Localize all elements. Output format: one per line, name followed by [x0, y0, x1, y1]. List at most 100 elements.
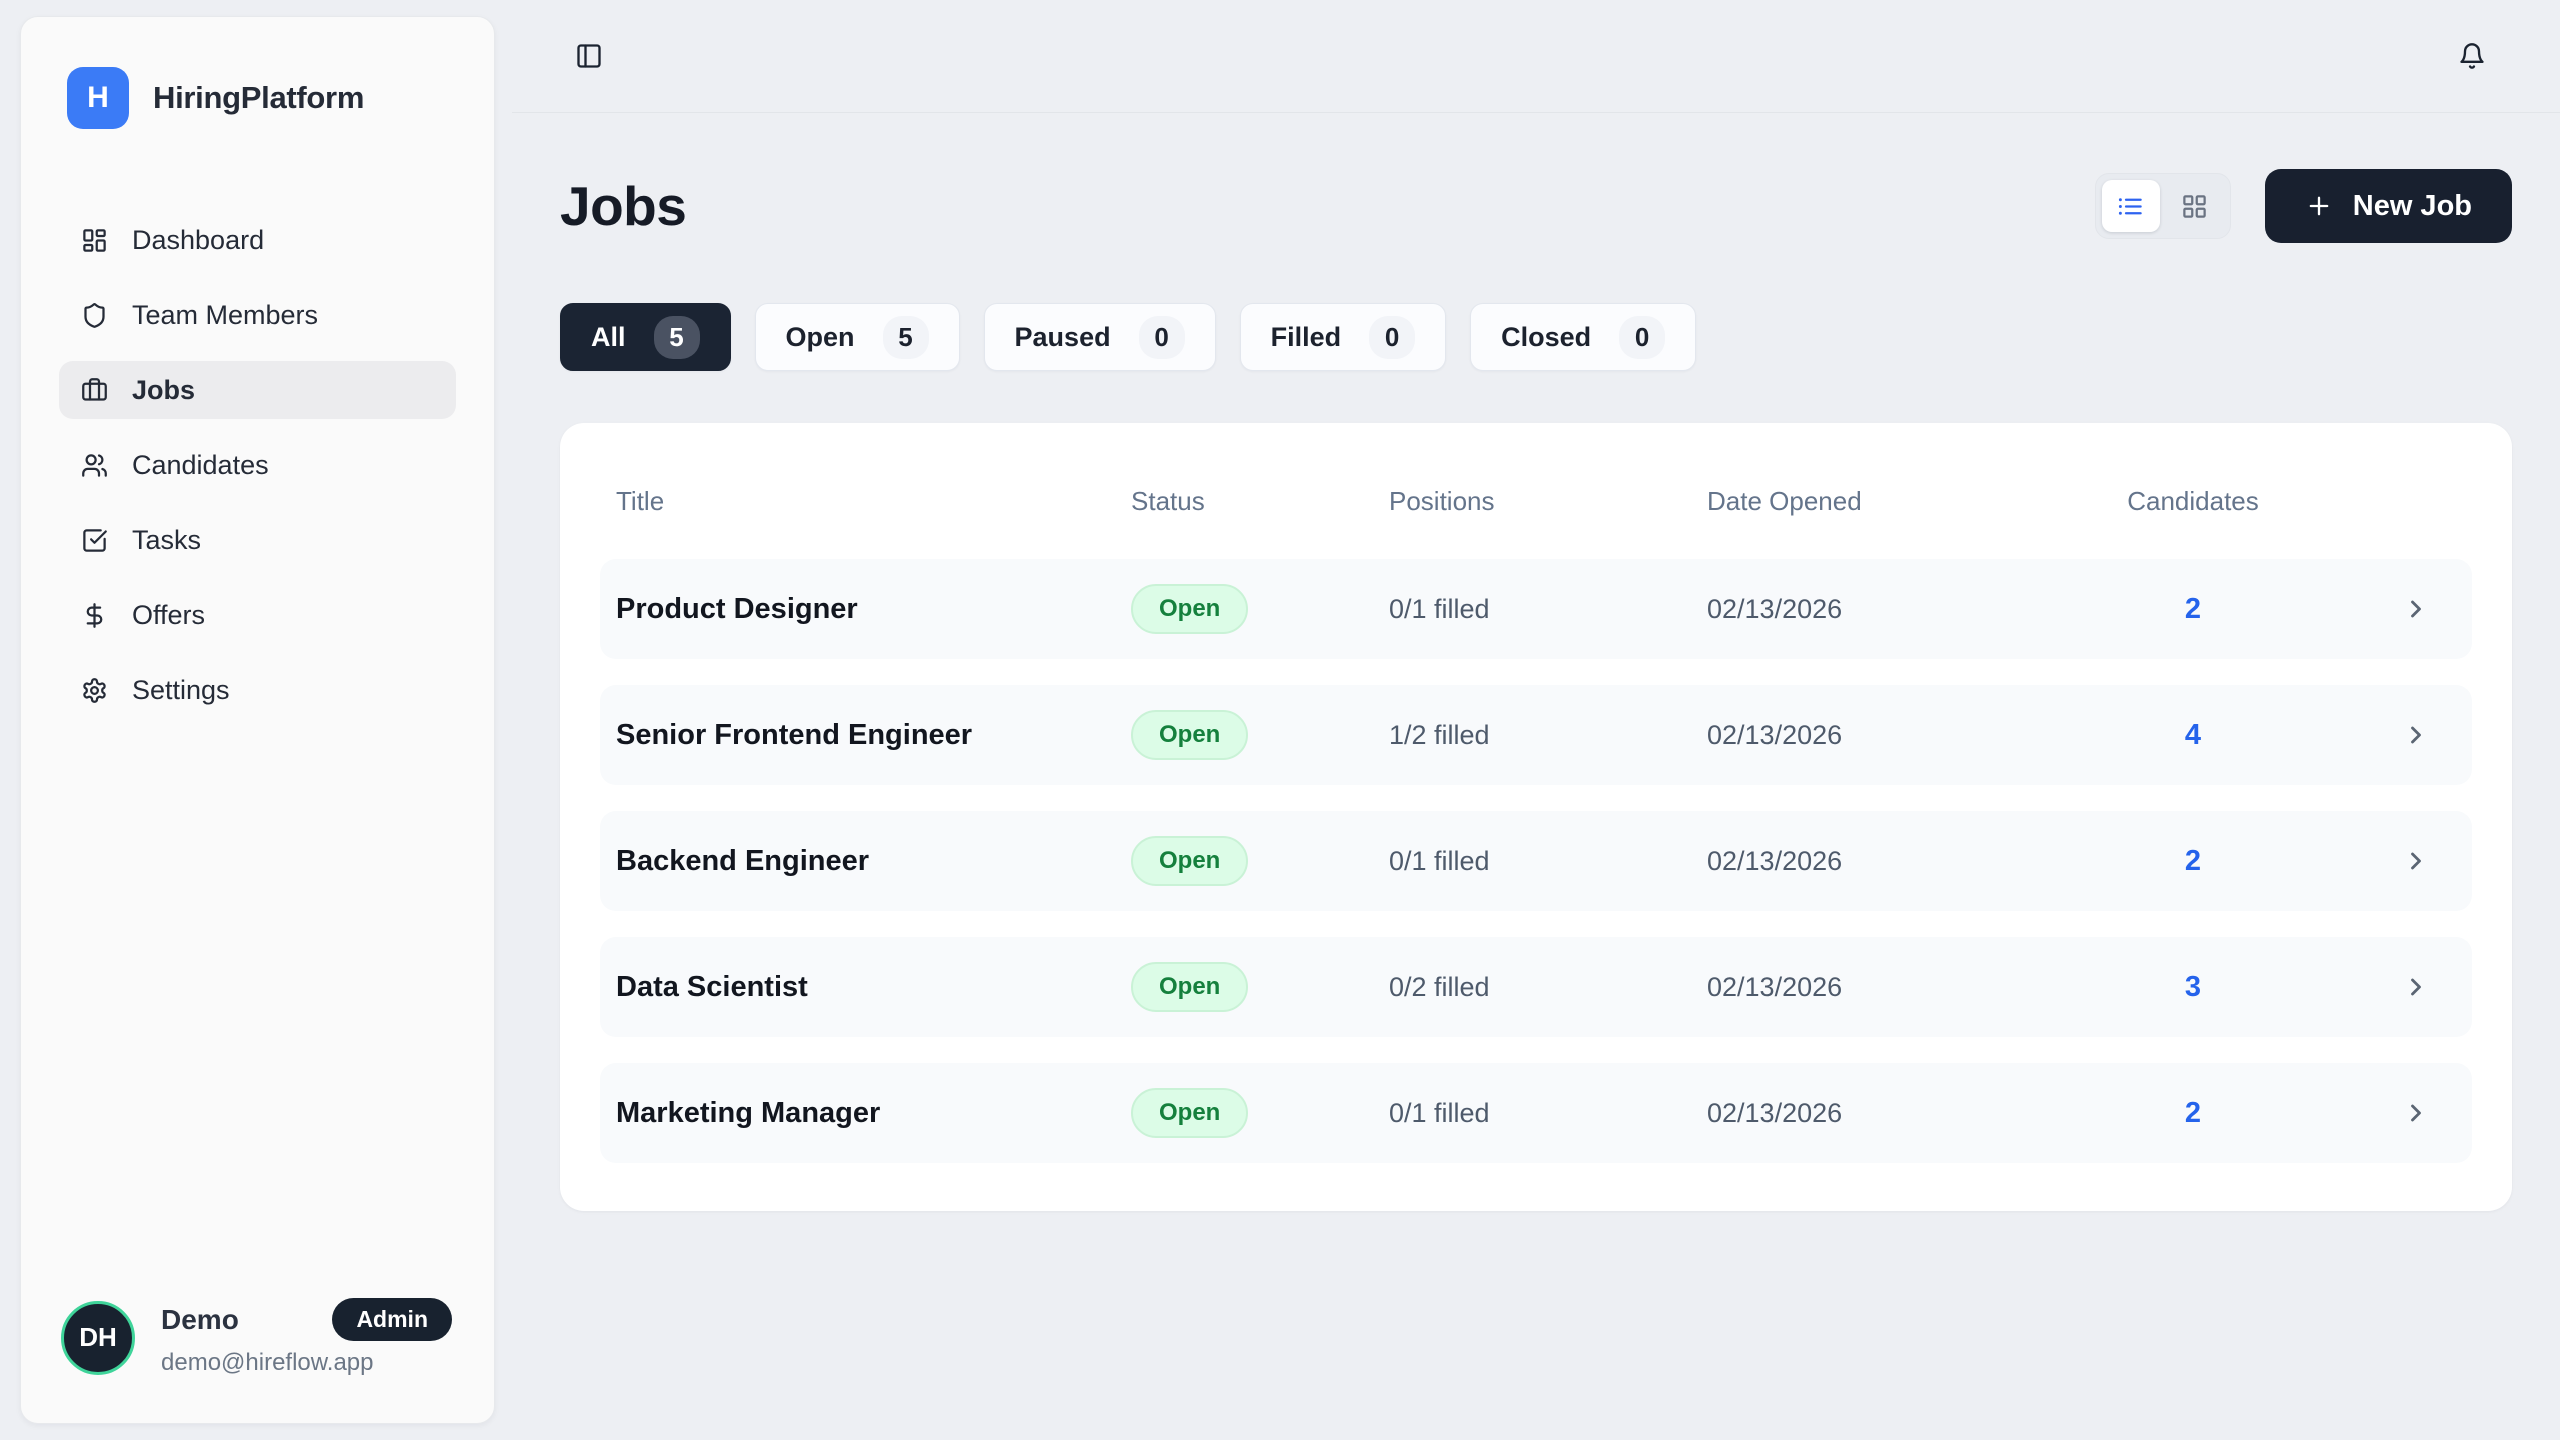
- sidebar-nav-item[interactable]: Dashboard: [59, 211, 456, 269]
- user-avatar: DH: [61, 1301, 135, 1375]
- filter-tab-count: 0: [1369, 316, 1415, 359]
- sidebar-nav-item[interactable]: Jobs: [59, 361, 456, 419]
- brand: H HiringPlatform: [21, 17, 494, 129]
- sidebar: H HiringPlatform Dashboard Team Members …: [20, 16, 495, 1424]
- tasks-icon: [81, 527, 108, 554]
- table-row[interactable]: Senior Frontend Engineer Open 1/2 filled…: [600, 685, 2472, 785]
- chevron-right-icon: [2402, 1099, 2430, 1127]
- table-row[interactable]: Marketing Manager Open 0/1 filled 02/13/…: [600, 1063, 2472, 1163]
- filter-tab[interactable]: Open 5: [755, 303, 960, 371]
- dashboard-icon: [81, 227, 108, 254]
- filter-tab-label: Filled: [1271, 322, 1342, 353]
- filter-tab-count: 5: [654, 316, 700, 359]
- job-title: Data Scientist: [616, 971, 1131, 1004]
- positions-cell: 0/1 filled: [1389, 594, 1707, 625]
- page-content: Jobs New Job All: [512, 113, 2560, 1211]
- settings-icon: [81, 677, 108, 704]
- sidebar-nav-label: Settings: [132, 675, 230, 706]
- row-chevron[interactable]: [2402, 847, 2456, 875]
- job-title: Product Designer: [616, 593, 1131, 626]
- table-header-row: Title Status Positions Date Opened Candi…: [600, 473, 2472, 529]
- shield-icon: [81, 302, 108, 329]
- date-opened-cell: 02/13/2026: [1707, 972, 2103, 1003]
- filter-tab-count: 5: [883, 316, 929, 359]
- sidebar-toggle-button[interactable]: [575, 42, 603, 70]
- users-icon: [81, 452, 108, 479]
- positions-cell: 0/1 filled: [1389, 846, 1707, 877]
- row-chevron[interactable]: [2402, 1099, 2456, 1127]
- job-title: Senior Frontend Engineer: [616, 719, 1131, 752]
- chevron-right-icon: [2402, 973, 2430, 1001]
- sidebar-nav-item[interactable]: Team Members: [59, 286, 456, 344]
- grid-view-button[interactable]: [2166, 180, 2224, 232]
- job-title: Backend Engineer: [616, 845, 1131, 878]
- filter-tab[interactable]: Filled 0: [1240, 303, 1447, 371]
- user-section[interactable]: DH Demo Admin demo@hireflow.app: [21, 1298, 494, 1423]
- sidebar-nav-label: Offers: [132, 600, 205, 631]
- list-view-button[interactable]: [2102, 180, 2160, 232]
- user-role-badge: Admin: [332, 1298, 452, 1341]
- candidates-count[interactable]: 3: [2103, 971, 2283, 1004]
- table-row[interactable]: Backend Engineer Open 0/1 filled 02/13/2…: [600, 811, 2472, 911]
- job-title: Marketing Manager: [616, 1097, 1131, 1130]
- list-icon: [2117, 193, 2144, 220]
- sidebar-nav-label: Team Members: [132, 300, 318, 331]
- new-job-button[interactable]: New Job: [2265, 169, 2512, 243]
- status-badge: Open: [1131, 710, 1248, 760]
- column-header-date-opened: Date Opened: [1707, 486, 2103, 517]
- sidebar-nav-label: Jobs: [132, 375, 195, 406]
- user-email: demo@hireflow.app: [161, 1349, 452, 1377]
- jobs-table-card: Title Status Positions Date Opened Candi…: [560, 423, 2512, 1211]
- sidebar-nav-item[interactable]: Offers: [59, 586, 456, 644]
- sidebar-nav-item[interactable]: Candidates: [59, 436, 456, 494]
- brand-logo: H: [67, 67, 129, 129]
- sidebar-nav-item[interactable]: Settings: [59, 661, 456, 719]
- filter-tab[interactable]: All 5: [560, 303, 731, 371]
- main-area: Jobs New Job All: [512, 0, 2560, 1440]
- chevron-right-icon: [2402, 595, 2430, 623]
- briefcase-icon: [81, 377, 108, 404]
- positions-cell: 0/1 filled: [1389, 1098, 1707, 1129]
- chevron-right-icon: [2402, 847, 2430, 875]
- grid-icon: [2181, 193, 2208, 220]
- status-badge: Open: [1131, 962, 1248, 1012]
- filter-tab-label: Closed: [1501, 322, 1591, 353]
- row-chevron[interactable]: [2402, 721, 2456, 749]
- filter-tab[interactable]: Closed 0: [1470, 303, 1696, 371]
- notifications-button[interactable]: [2458, 42, 2486, 70]
- date-opened-cell: 02/13/2026: [1707, 594, 2103, 625]
- status-filter-tabs: All 5 Open 5 Paused 0 Filled 0: [560, 303, 2512, 371]
- candidates-count[interactable]: 2: [2103, 845, 2283, 878]
- chevron-right-icon: [2402, 721, 2430, 749]
- plus-icon: [2305, 192, 2333, 220]
- row-chevron[interactable]: [2402, 595, 2456, 623]
- brand-name: HiringPlatform: [153, 80, 364, 116]
- topbar: [512, 0, 2560, 113]
- filter-tab-count: 0: [1619, 316, 1665, 359]
- column-header-title: Title: [616, 486, 1131, 517]
- filter-tab-count: 0: [1139, 316, 1185, 359]
- column-header-candidates: Candidates: [2103, 486, 2283, 517]
- user-name: Demo: [161, 1304, 239, 1336]
- table-row[interactable]: Product Designer Open 0/1 filled 02/13/2…: [600, 559, 2472, 659]
- row-chevron[interactable]: [2402, 973, 2456, 1001]
- column-header-status: Status: [1131, 486, 1389, 517]
- bell-icon: [2458, 42, 2486, 70]
- status-badge: Open: [1131, 584, 1248, 634]
- page-title: Jobs: [560, 174, 686, 238]
- date-opened-cell: 02/13/2026: [1707, 720, 2103, 751]
- sidebar-nav-item[interactable]: Tasks: [59, 511, 456, 569]
- jobs-table-body: Product Designer Open 0/1 filled 02/13/2…: [600, 559, 2472, 1163]
- sidebar-nav-label: Dashboard: [132, 225, 264, 256]
- candidates-count[interactable]: 2: [2103, 1097, 2283, 1130]
- sidebar-nav-label: Candidates: [132, 450, 269, 481]
- positions-cell: 0/2 filled: [1389, 972, 1707, 1003]
- candidates-count[interactable]: 4: [2103, 719, 2283, 752]
- sidebar-nav: Dashboard Team Members Jobs Candidates T…: [21, 211, 494, 719]
- table-row[interactable]: Data Scientist Open 0/2 filled 02/13/202…: [600, 937, 2472, 1037]
- positions-cell: 1/2 filled: [1389, 720, 1707, 751]
- panel-left-icon: [575, 42, 603, 70]
- filter-tab[interactable]: Paused 0: [984, 303, 1216, 371]
- dollar-icon: [81, 602, 108, 629]
- candidates-count[interactable]: 2: [2103, 593, 2283, 626]
